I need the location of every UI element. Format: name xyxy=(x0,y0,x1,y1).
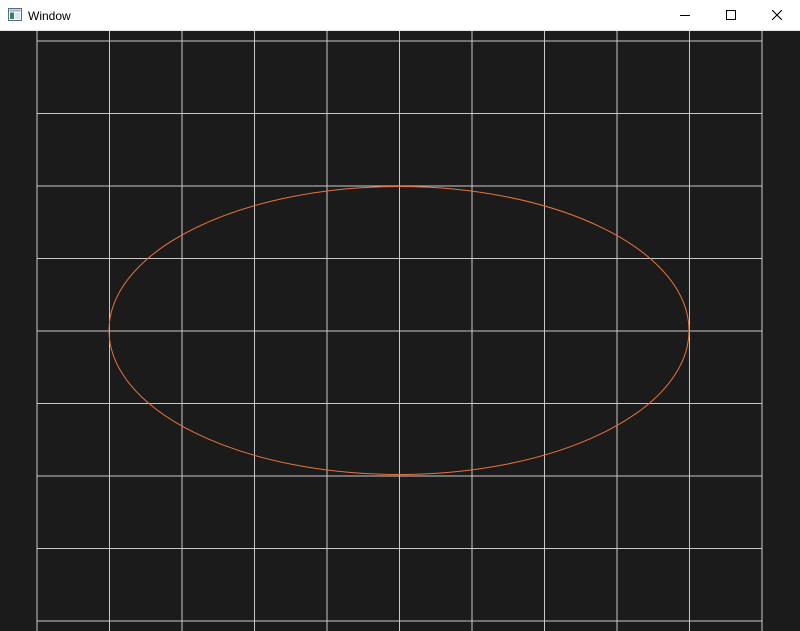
maximize-button[interactable] xyxy=(708,0,754,30)
maximize-icon xyxy=(726,10,736,20)
title-bar[interactable]: Window xyxy=(0,0,800,31)
drawing-canvas[interactable] xyxy=(0,31,800,631)
app-window: Window xyxy=(0,0,800,631)
minimize-icon xyxy=(680,15,690,16)
app-window-icon xyxy=(8,8,22,21)
close-button[interactable] xyxy=(754,0,800,30)
grid xyxy=(36,31,763,631)
scene-svg xyxy=(36,31,763,631)
minimize-button[interactable] xyxy=(662,0,708,30)
window-title: Window xyxy=(28,9,71,23)
close-icon xyxy=(772,10,782,20)
